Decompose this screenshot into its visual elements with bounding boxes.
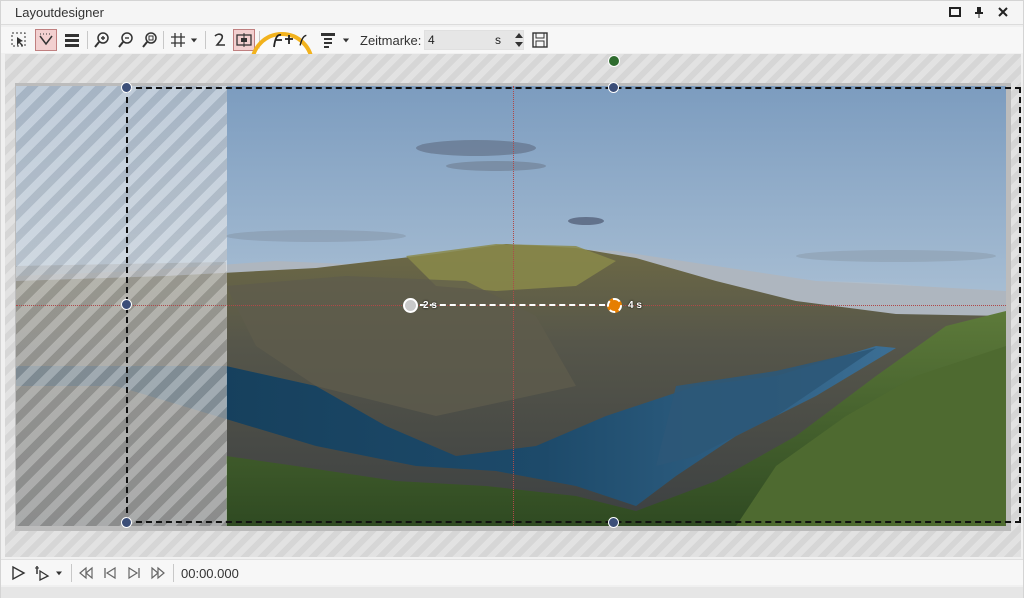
select-icon[interactable]: [8, 29, 30, 51]
playback-divider: [173, 564, 174, 582]
layers-icon[interactable]: [61, 29, 83, 51]
resize-handle-left[interactable]: [121, 299, 132, 310]
keyframe-end-label: 4 s: [628, 300, 642, 311]
toolbar-divider: [87, 31, 88, 49]
toolbar: Zeitmarke: 4 s: [1, 27, 1023, 96]
time-display: 00:00.000: [181, 566, 239, 581]
keyframe-end-marker[interactable]: [607, 298, 622, 313]
toolbar-divider: [163, 31, 164, 49]
play-from-icon[interactable]: [33, 564, 51, 582]
text-format-icon[interactable]: [317, 29, 339, 51]
playback-bar: 00:00.000: [1, 559, 1023, 585]
next-frame-icon[interactable]: [125, 564, 143, 582]
keyframe-start-marker[interactable]: [403, 298, 418, 313]
playback-divider: [71, 564, 72, 582]
chevron-down-icon[interactable]: [53, 564, 65, 582]
frame-icon[interactable]: [233, 29, 255, 51]
path-icon[interactable]: [297, 29, 311, 51]
maximize-icon[interactable]: [947, 4, 963, 20]
zeitmarke-value: 4: [428, 33, 435, 47]
keyframe-start-label: 2 s: [423, 300, 437, 311]
zeitmarke-input[interactable]: 4 s: [424, 30, 524, 50]
zeitmarke-label: Zeitmarke:: [360, 33, 422, 48]
zeitmarke-stepper[interactable]: [513, 30, 525, 50]
resize-handle-bottom[interactable]: [608, 517, 619, 528]
chevron-down-icon[interactable]: [187, 29, 201, 51]
motion-path-line: [410, 304, 615, 306]
resize-handle-top[interactable]: [608, 82, 619, 93]
prev-frame-icon[interactable]: [101, 564, 119, 582]
layoutdesigner-window: Layoutdesigner Zeitmarke: 4 s 2 s 4 s 00…: [0, 0, 1024, 598]
resize-handle-bottom-left[interactable]: [121, 517, 132, 528]
undo-curve-icon[interactable]: [209, 29, 231, 51]
save-icon[interactable]: [529, 29, 551, 51]
window-controls: [947, 4, 1011, 20]
resize-handle-top-left[interactable]: [121, 82, 132, 93]
zoom-in-icon[interactable]: [91, 29, 113, 51]
add-keyframe-path-icon[interactable]: [269, 29, 297, 51]
object-select-icon[interactable]: [35, 29, 57, 51]
zoom-fit-icon[interactable]: [139, 29, 161, 51]
close-icon[interactable]: [995, 4, 1011, 20]
title-bar: Layoutdesigner: [1, 1, 1023, 25]
play-icon[interactable]: [9, 564, 27, 582]
rotation-handle[interactable]: [608, 55, 620, 67]
skip-start-icon[interactable]: [77, 564, 95, 582]
zoom-out-icon[interactable]: [115, 29, 137, 51]
skip-end-icon[interactable]: [149, 564, 167, 582]
bottom-strip: [1, 587, 1023, 598]
window-title: Layoutdesigner: [15, 5, 104, 20]
grid-icon[interactable]: [167, 29, 189, 51]
zeitmarke-unit: s: [495, 33, 501, 47]
toolbar-divider: [205, 31, 206, 49]
chevron-down-icon[interactable]: [339, 29, 353, 51]
pin-icon[interactable]: [971, 4, 987, 20]
